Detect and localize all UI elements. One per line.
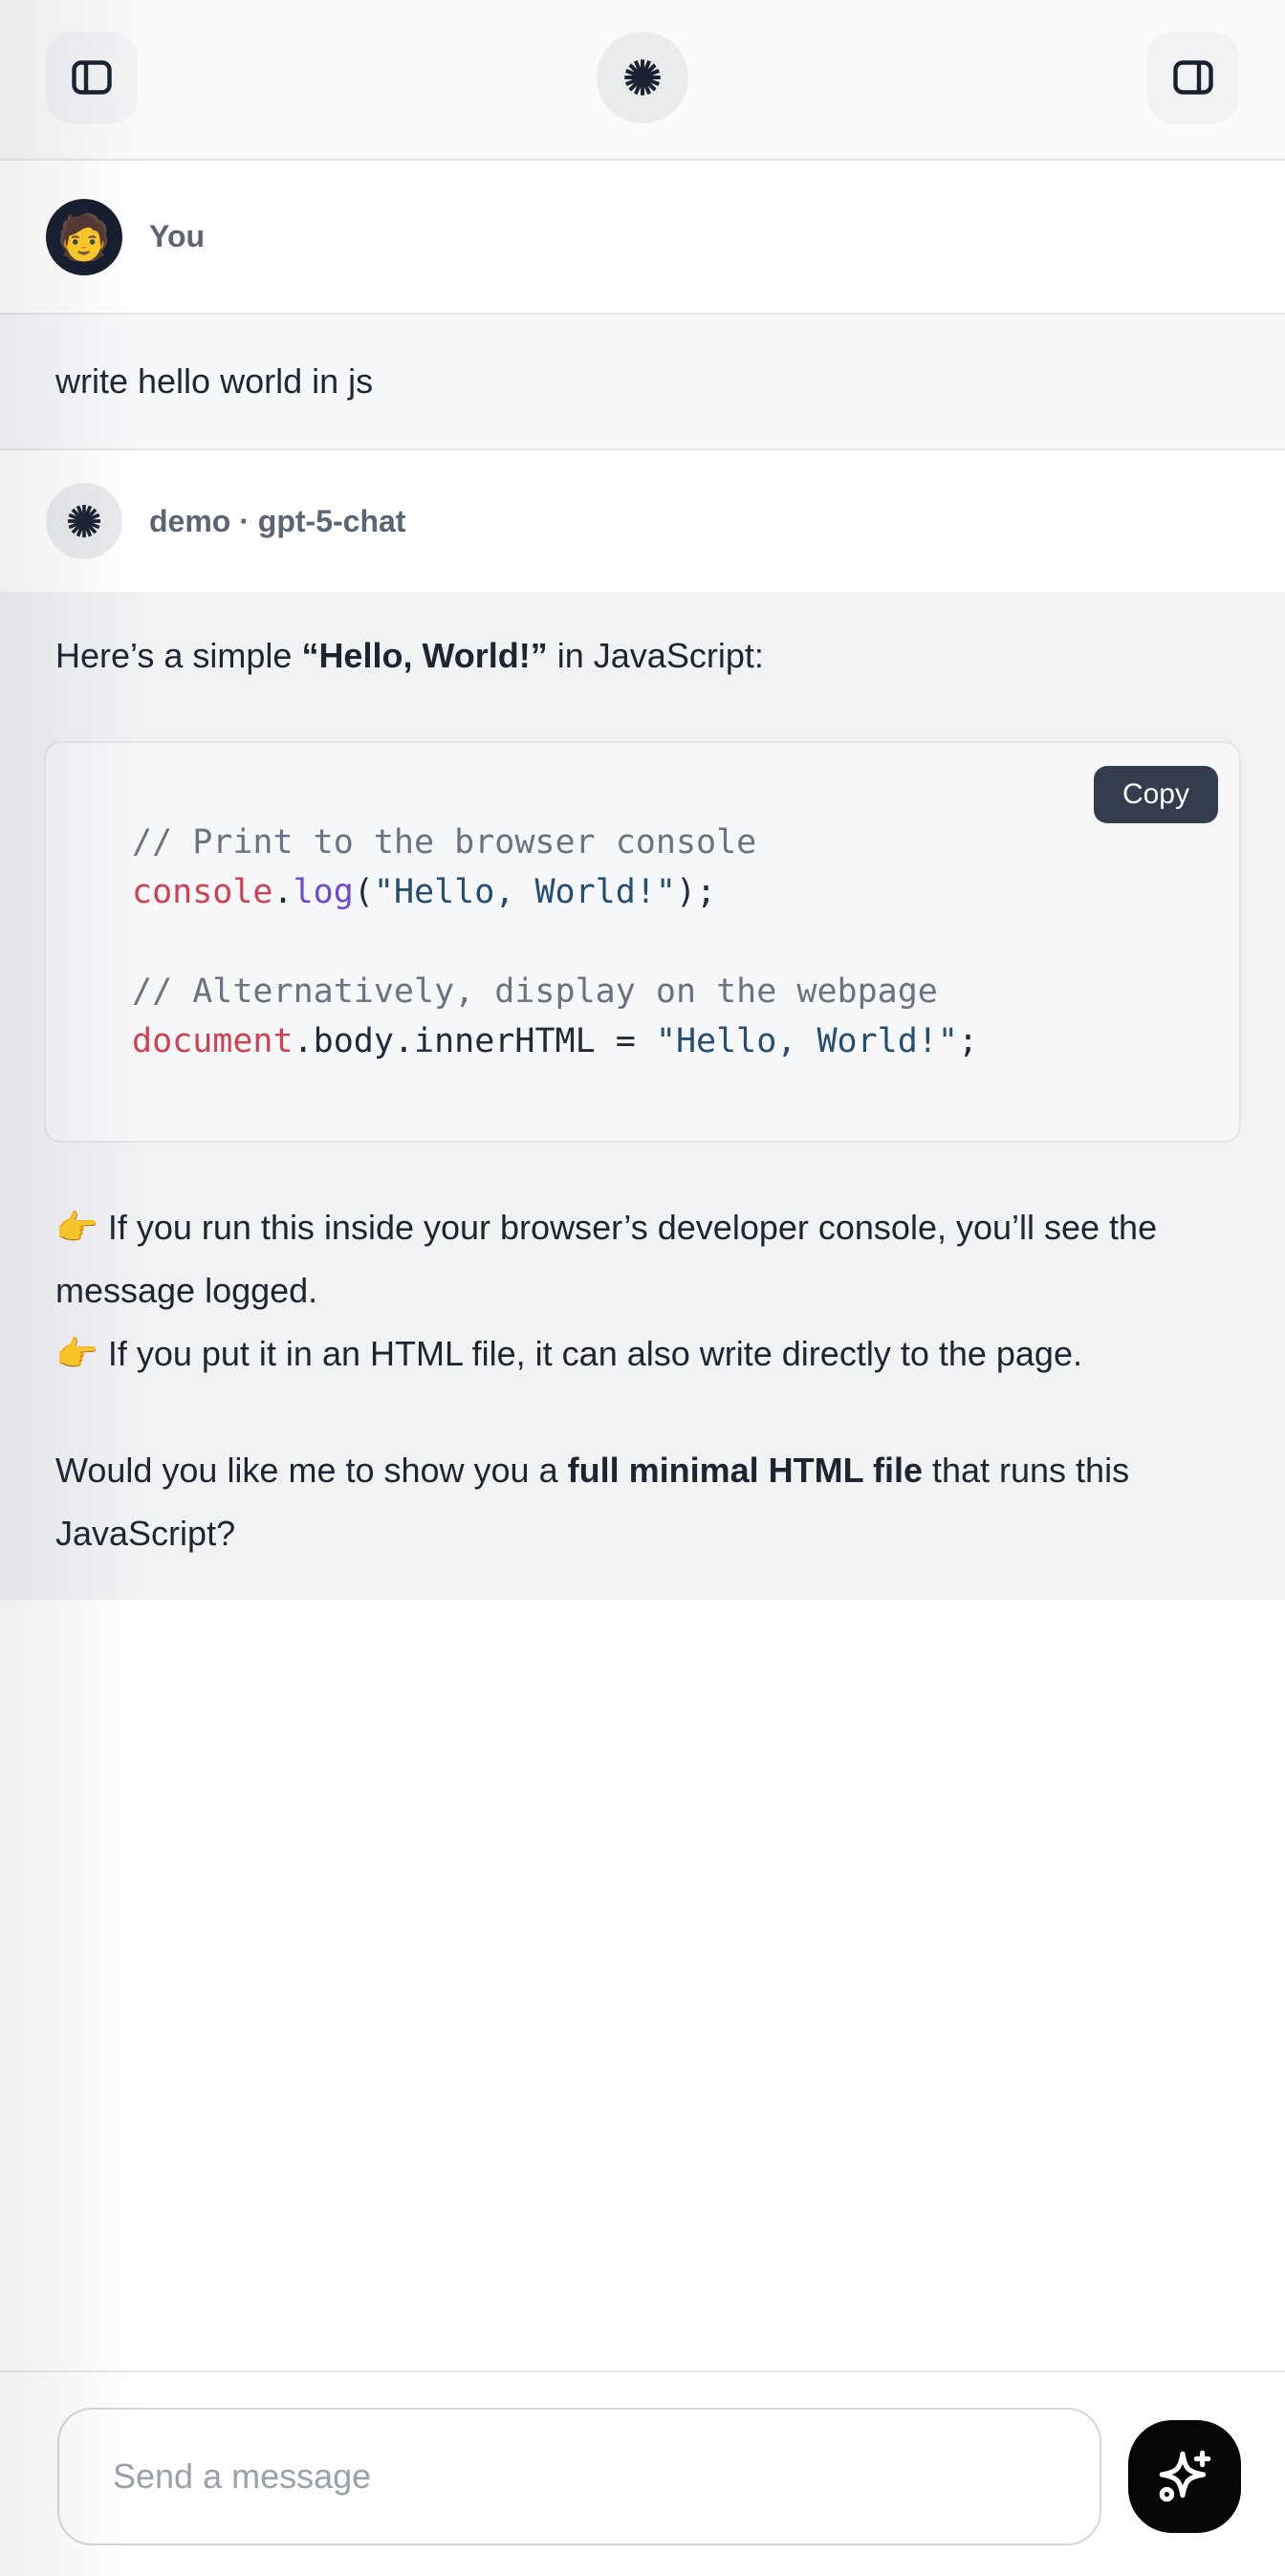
pointing-finger-emoji: 👉 bbox=[55, 1208, 98, 1247]
code-comment-line: // Alternatively, display on the webpage bbox=[132, 967, 1201, 1016]
assistant-name-label: demo · gpt-5-chat bbox=[149, 504, 405, 539]
panel-right-icon bbox=[1170, 55, 1216, 100]
code-line: document.body.innerHTML = "Hello, World!… bbox=[132, 1016, 1201, 1066]
code-line: console.log("Hello, World!"); bbox=[132, 867, 1201, 917]
user-name-label: You bbox=[149, 219, 205, 254]
assistant-message: Here’s a simple “Hello, World!” in JavaS… bbox=[0, 592, 1285, 1600]
composer-bar bbox=[0, 2370, 1285, 2576]
top-bar bbox=[0, 0, 1285, 161]
starburst-icon bbox=[621, 55, 664, 99]
chat-app: 🧑 You write hello world in js bbox=[0, 0, 1285, 2576]
copy-button[interactable]: Copy bbox=[1094, 766, 1218, 823]
code-blank-line bbox=[132, 917, 1201, 967]
send-button[interactable] bbox=[1128, 2420, 1241, 2533]
user-avatar-emoji: 🧑 bbox=[56, 215, 111, 259]
sidebar-toggle-button[interactable] bbox=[46, 32, 138, 123]
message-input[interactable] bbox=[57, 2408, 1101, 2545]
panel-left-icon bbox=[69, 55, 115, 100]
user-sender-row: 🧑 You bbox=[0, 161, 1285, 313]
user-avatar: 🧑 bbox=[46, 199, 122, 275]
closing-bold-text: full minimal HTML file bbox=[568, 1451, 923, 1490]
assistant-intro-paragraph: Here’s a simple “Hello, World!” in JavaS… bbox=[55, 624, 1230, 688]
user-message-text: write hello world in js bbox=[55, 361, 373, 402]
user-message: write hello world in js bbox=[0, 313, 1285, 450]
assistant-sender-row: demo · gpt-5-chat bbox=[0, 450, 1285, 592]
assistant-closing-paragraph: Would you like me to show you a full min… bbox=[55, 1439, 1230, 1565]
assistant-avatar bbox=[46, 483, 122, 559]
intro-bold-text: “Hello, World!” bbox=[301, 636, 547, 675]
model-status-button[interactable] bbox=[597, 32, 688, 123]
right-panel-toggle-button[interactable] bbox=[1147, 32, 1239, 123]
pointing-finger-emoji: 👉 bbox=[55, 1334, 98, 1373]
tip-line: 👉 If you run this inside your browser’s … bbox=[55, 1196, 1230, 1322]
code-comment-line: // Print to the browser console bbox=[132, 818, 1201, 867]
sparkle-plus-icon bbox=[1153, 2445, 1216, 2508]
code-block: Copy // Print to the browser console con… bbox=[44, 741, 1241, 1143]
assistant-tips: 👉 If you run this inside your browser’s … bbox=[55, 1196, 1230, 1386]
starburst-icon bbox=[64, 501, 104, 541]
tip-line: 👉 If you put it in an HTML file, it can … bbox=[55, 1322, 1230, 1386]
